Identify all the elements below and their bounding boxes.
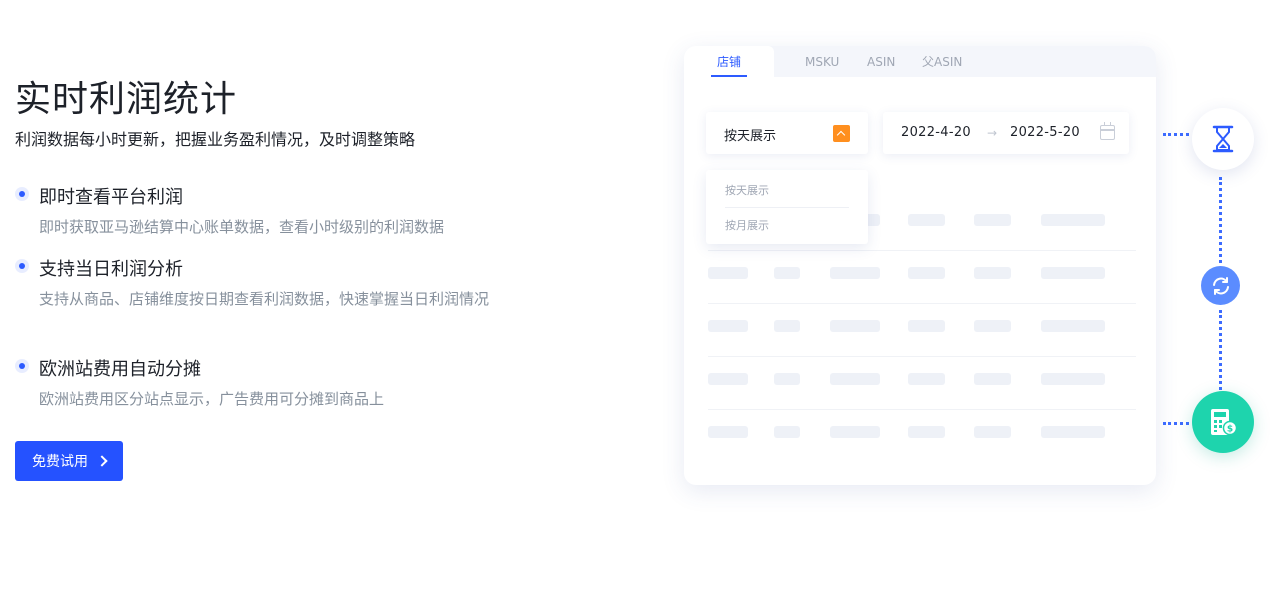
dropdown-option-daily[interactable]: 按天展示	[725, 182, 769, 198]
feature-description: 即时获取亚马逊结算中心账单数据，查看小时级别的利润数据	[39, 218, 445, 236]
skeleton-cell	[830, 320, 880, 332]
dropdown-divider	[725, 207, 849, 208]
page-subtitle: 利润数据每小时更新，把握业务盈利情况，及时调整策略	[15, 130, 416, 149]
tab-msku[interactable]: MSKU	[805, 46, 839, 77]
skeleton-cell	[908, 320, 945, 332]
tab-asin[interactable]: ASIN	[867, 46, 895, 77]
feature-description: 支持从商品、店铺维度按日期查看利润数据，快速掌握当日利润情况	[39, 290, 490, 308]
arrow-right-icon: →	[987, 126, 998, 140]
skeleton-cell	[708, 267, 748, 279]
skeleton-cell	[774, 373, 800, 385]
skeleton-cell	[708, 426, 748, 438]
start-date: 2022-4-20	[901, 125, 971, 140]
tab-bar: 店铺 MSKU ASIN 父ASIN	[684, 46, 1156, 77]
tab-parent-asin[interactable]: 父ASIN	[922, 46, 962, 77]
feature-title: 即时查看平台利润	[39, 187, 183, 208]
skeleton-cell	[908, 267, 945, 279]
skeleton-row	[708, 358, 1136, 410]
skeleton-row	[708, 411, 1136, 463]
active-tab-underline	[711, 75, 747, 77]
skeleton-cell	[1041, 214, 1105, 226]
skeleton-cell	[908, 373, 945, 385]
skeleton-cell	[1041, 426, 1105, 438]
svg-text:$: $	[1227, 425, 1233, 435]
feature-title: 支持当日利润分析	[39, 259, 183, 280]
dropdown-option-monthly[interactable]: 按月展示	[725, 217, 769, 233]
date-range-picker[interactable]: 2022-4-20 → 2022-5-20	[883, 112, 1129, 154]
skeleton-cell	[774, 267, 800, 279]
skeleton-cell	[1041, 373, 1105, 385]
skeleton-cell	[974, 320, 1011, 332]
calculator-dollar-icon: $	[1211, 409, 1238, 436]
chevron-right-icon	[96, 455, 108, 467]
dotted-connector	[1219, 177, 1222, 263]
skeleton-cell	[708, 320, 748, 332]
dotted-connector	[1163, 422, 1189, 425]
row-divider	[708, 250, 1136, 251]
chevron-up-icon[interactable]	[833, 125, 850, 142]
bullet-dot-icon	[15, 359, 29, 373]
profit-preview-card: 店铺 MSKU ASIN 父ASIN 按天展示 按天展示 按月展示 2022-4…	[684, 46, 1156, 485]
end-date: 2022-5-20	[1010, 125, 1080, 140]
skeleton-cell	[708, 373, 748, 385]
display-mode-dropdown: 按天展示 按月展示	[706, 170, 868, 244]
tab-store[interactable]: 店铺	[684, 46, 774, 77]
skeleton-cell	[974, 426, 1011, 438]
tab-label: 店铺	[716, 55, 741, 69]
skeleton-row	[708, 305, 1136, 357]
feature-description: 欧洲站费用区分站点显示，广告费用可分摊到商品上	[39, 390, 385, 408]
skeleton-cell	[974, 373, 1011, 385]
skeleton-cell	[974, 214, 1011, 226]
refresh-badge	[1201, 266, 1240, 305]
dotted-connector	[1163, 133, 1189, 136]
skeleton-cell	[1041, 267, 1105, 279]
skeleton-row	[708, 252, 1136, 304]
skeleton-cell	[774, 320, 800, 332]
display-mode-select[interactable]: 按天展示	[706, 112, 868, 154]
calendar-icon[interactable]	[1100, 122, 1115, 140]
skeleton-cell	[830, 373, 880, 385]
row-divider	[708, 409, 1136, 410]
skeleton-cell	[908, 426, 945, 438]
free-trial-button[interactable]: 免费试用	[15, 441, 123, 481]
select-value: 按天展示	[724, 129, 777, 144]
skeleton-cell	[830, 267, 880, 279]
calculator-badge: $	[1192, 391, 1254, 453]
free-trial-label: 免费试用	[32, 454, 88, 470]
row-divider	[708, 356, 1136, 357]
bullet-dot-icon	[15, 187, 29, 201]
row-divider	[708, 303, 1136, 304]
skeleton-cell	[908, 214, 945, 226]
skeleton-cell	[974, 267, 1011, 279]
skeleton-cell	[830, 426, 880, 438]
bullet-dot-icon	[15, 259, 29, 273]
refresh-icon	[1212, 276, 1229, 295]
hourglass-icon	[1212, 125, 1234, 153]
hourglass-badge	[1192, 108, 1254, 170]
feature-title: 欧洲站费用自动分摊	[39, 359, 201, 380]
skeleton-cell	[1041, 320, 1105, 332]
page-title: 实时利润统计	[15, 79, 238, 120]
dotted-connector	[1219, 310, 1222, 390]
skeleton-cell	[774, 426, 800, 438]
